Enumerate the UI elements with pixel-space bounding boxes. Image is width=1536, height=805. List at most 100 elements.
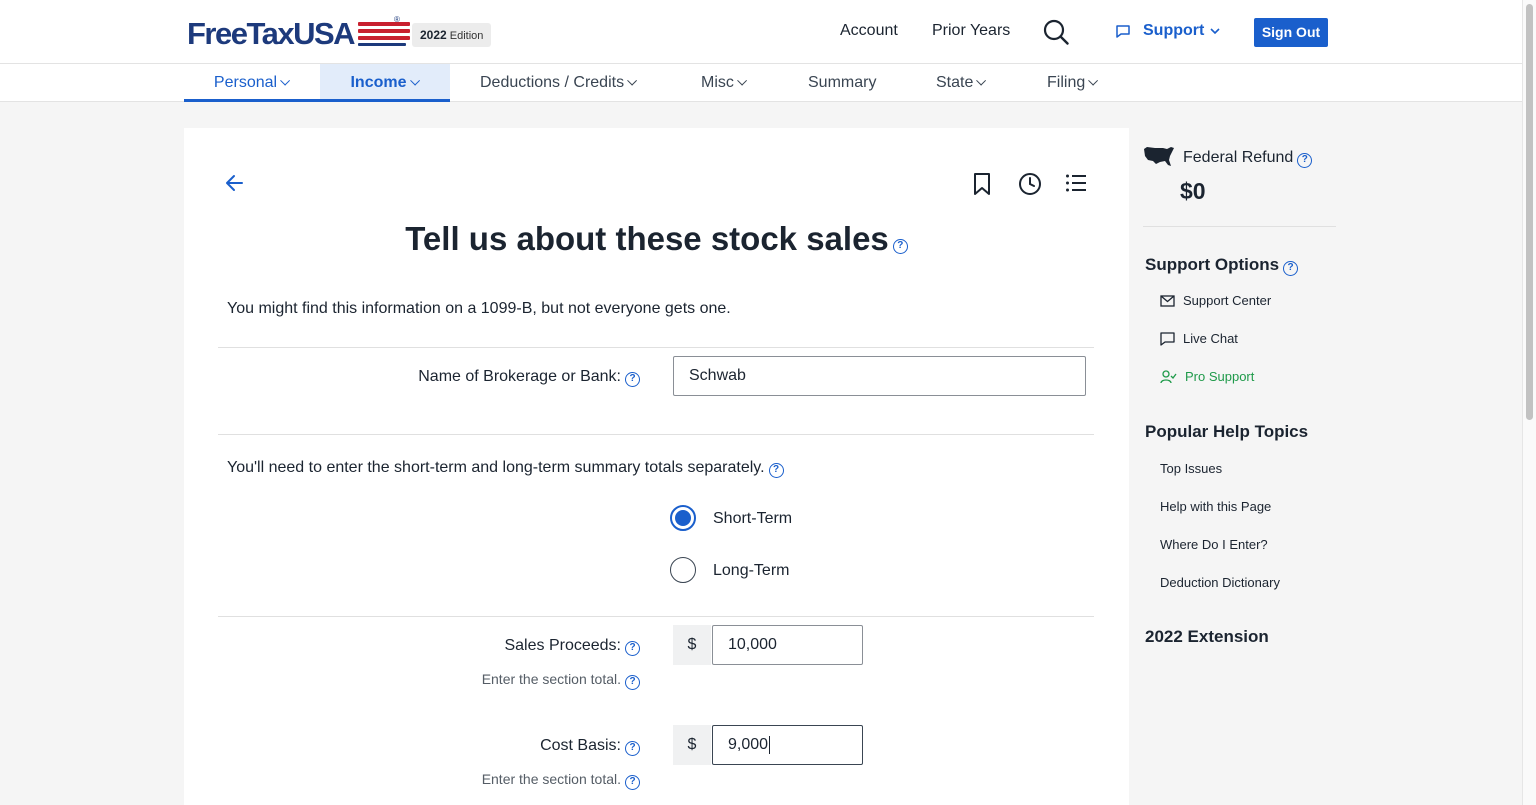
sales-hint-text: Enter the section total. [481, 671, 621, 687]
edition-label: Edition [449, 30, 484, 42]
federal-refund-label: Federal Refund? [1183, 149, 1313, 168]
cost-basis-input[interactable]: 9,000 [712, 725, 863, 765]
chevron-down-icon [409, 75, 420, 86]
divider [218, 434, 1094, 435]
short-term-radio[interactable] [670, 505, 696, 531]
divider [1143, 226, 1336, 227]
help-icon[interactable]: ? [625, 675, 640, 690]
tab-summary[interactable]: Summary [808, 64, 876, 102]
edition-badge: 2022 Edition [412, 23, 492, 47]
term-note-text: You'll need to enter the short-term and … [227, 459, 765, 476]
usa-map-icon [1144, 147, 1174, 166]
chevron-down-icon [1210, 28, 1220, 35]
help-icon[interactable]: ? [892, 239, 908, 254]
account-link[interactable]: Account [840, 22, 898, 40]
cost-basis-label: Cost Basis:? [384, 737, 640, 756]
pro-support-link[interactable]: Pro Support [1160, 369, 1254, 384]
tab-personal-label: Personal [213, 74, 278, 91]
tab-income[interactable]: Income [320, 64, 450, 102]
scrollbar-thumb[interactable] [1526, 4, 1533, 420]
chevron-down-icon [737, 75, 747, 86]
search-icon[interactable] [1043, 19, 1069, 45]
cost-basis-value: 9,000 [728, 736, 769, 753]
tab-deductions-label: Deductions / Credits [480, 74, 625, 91]
history-clock-icon[interactable] [1018, 172, 1042, 196]
sales-proceeds-hint: Enter the section total.? [384, 671, 640, 690]
tab-filing[interactable]: Filing [1047, 64, 1099, 102]
tab-deductions-credits[interactable]: Deductions / Credits [480, 64, 638, 102]
support-options-text: Support Options [1145, 255, 1280, 274]
top-header: FreeTaxUSA ® 2022 Edition Account Prior … [0, 0, 1522, 64]
support-center-label: Support Center [1183, 293, 1272, 308]
help-topic-link[interactable]: Deduction Dictionary [1160, 575, 1280, 590]
text-cursor [769, 736, 771, 754]
back-arrow-icon[interactable] [224, 172, 246, 194]
page-title: Tell us about these stock sales? [184, 220, 1129, 258]
currency-prefix: $ [673, 725, 711, 765]
list-menu-icon[interactable] [1065, 172, 1087, 194]
long-term-label[interactable]: Long-Term [713, 562, 789, 580]
freetaxusa-logo[interactable]: FreeTaxUSA [187, 14, 411, 52]
envelope-icon [1160, 294, 1175, 307]
page-scrollbar[interactable] [1522, 0, 1536, 805]
help-icon[interactable]: ? [625, 741, 640, 756]
tab-income-label: Income [350, 74, 407, 91]
tab-state[interactable]: State [936, 64, 987, 102]
federal-refund-text: Federal Refund [1183, 149, 1294, 166]
term-note: You'll need to enter the short-term and … [227, 459, 784, 478]
main-nav: Personal Income Deductions / Credits Mis… [0, 64, 1522, 102]
sales-proceeds-input[interactable]: 10,000 [712, 625, 863, 665]
bookmark-icon[interactable] [972, 172, 992, 196]
tab-misc-label: Misc [701, 74, 734, 91]
logo-text: FreeTaxUSA [187, 15, 356, 51]
help-icon[interactable]: ? [625, 775, 640, 790]
registered-mark: ® [394, 15, 400, 24]
brokerage-input[interactable]: Schwab [673, 356, 1086, 396]
cost-basis-hint: Enter the section total.? [384, 771, 640, 790]
live-chat-link[interactable]: Live Chat [1160, 331, 1238, 346]
tab-misc[interactable]: Misc [701, 64, 747, 102]
brokerage-input-value: Schwab [689, 367, 746, 384]
long-term-radio[interactable] [670, 557, 696, 583]
short-term-label[interactable]: Short-Term [713, 510, 792, 528]
support-label: Support [1143, 22, 1205, 39]
help-icon[interactable]: ? [625, 372, 640, 387]
extension-heading[interactable]: 2022 Extension [1145, 627, 1269, 647]
logo-flag-icon [358, 20, 411, 46]
pro-support-label: Pro Support [1185, 369, 1255, 384]
tab-personal[interactable]: Personal [184, 64, 320, 102]
support-center-link[interactable]: Support Center [1160, 293, 1271, 308]
cost-basis-label-text: Cost Basis: [540, 737, 621, 754]
chevron-down-icon [280, 75, 291, 86]
help-topic-link[interactable]: Help with this Page [1160, 499, 1271, 514]
page-title-text: Tell us about these stock sales [405, 220, 889, 257]
chevron-down-icon [976, 75, 987, 86]
chevron-down-icon [1088, 75, 1099, 86]
help-topic-link[interactable]: Top Issues [1160, 461, 1222, 476]
federal-refund-amount: $0 [1180, 178, 1206, 204]
support-options-heading: Support Options? [1145, 255, 1299, 276]
chat-bubble-icon [1160, 331, 1175, 346]
prior-years-link[interactable]: Prior Years [932, 22, 1010, 40]
user-check-icon [1160, 369, 1177, 383]
help-icon[interactable]: ? [625, 641, 640, 656]
brokerage-label-text: Name of Brokerage or Bank: [418, 368, 621, 385]
brokerage-label: Name of Brokerage or Bank:? [364, 368, 640, 387]
popular-help-topics-heading: Popular Help Topics [1145, 422, 1309, 441]
main-card: Tell us about these stock sales? You mig… [184, 128, 1129, 805]
divider [218, 616, 1094, 617]
edition-year: 2022 [420, 28, 447, 42]
live-chat-label: Live Chat [1183, 331, 1238, 346]
sales-proceeds-value: 10,000 [728, 636, 777, 653]
sign-out-button[interactable]: Sign Out [1254, 18, 1328, 47]
support-menu[interactable]: Support [1115, 22, 1220, 40]
tab-filing-label: Filing [1047, 74, 1086, 91]
help-icon[interactable]: ? [1297, 153, 1313, 168]
tab-summary-label: Summary [808, 74, 877, 91]
help-topic-link[interactable]: Where Do I Enter? [1160, 537, 1268, 552]
divider [218, 347, 1094, 348]
help-icon[interactable]: ? [1283, 261, 1299, 276]
sales-proceeds-label-text: Sales Proceeds: [504, 637, 621, 654]
tab-state-label: State [936, 74, 974, 91]
help-icon[interactable]: ? [768, 463, 784, 478]
